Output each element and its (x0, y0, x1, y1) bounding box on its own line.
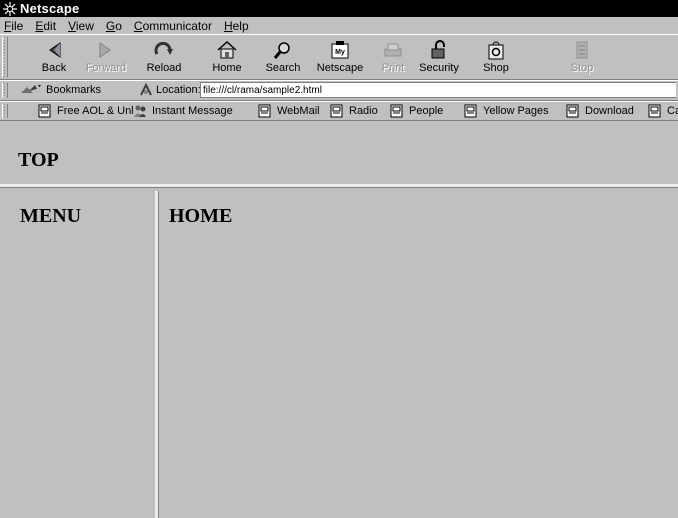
menu-heading: MENU (20, 205, 82, 227)
frame-menu: MENU (0, 191, 155, 518)
home-button[interactable]: Home (201, 37, 253, 79)
printer-icon (384, 43, 402, 57)
bookmark-page-icon (258, 104, 271, 118)
stop-icon (576, 41, 588, 59)
forward-arrow-icon (99, 42, 111, 58)
bookmark-page-icon (648, 104, 661, 118)
shop-button[interactable]: Shop (470, 37, 522, 79)
back-arrow-icon (49, 42, 61, 58)
personal-item-people[interactable]: People (390, 104, 443, 118)
netscape-button[interactable]: My Netscape (314, 37, 366, 79)
location-input[interactable] (200, 82, 676, 98)
search-button[interactable]: Search (257, 37, 309, 79)
toolbar-grip[interactable] (2, 83, 8, 98)
back-button[interactable]: Back (28, 37, 80, 79)
frame-splitter[interactable] (155, 191, 159, 518)
personal-item-webmail[interactable]: WebMail (258, 104, 320, 118)
personal-toolbar: Free AOL & Unl Instant Message WebMail R… (0, 101, 678, 121)
toolbar-grip[interactable] (2, 104, 8, 118)
bookmarks-button[interactable]: Bookmarks (19, 83, 101, 97)
personal-item-radio[interactable]: Radio (330, 104, 378, 118)
stop-button[interactable]: Stop (556, 37, 608, 79)
bookmarks-icon (21, 85, 41, 93)
print-button[interactable]: Print (367, 37, 419, 79)
netscape-logo-icon (3, 1, 17, 16)
menu-edit[interactable]: Edit (29, 19, 62, 33)
forward-button[interactable]: Forward (80, 37, 132, 79)
personal-item-instant-message[interactable]: Instant Message (133, 104, 233, 118)
instant-message-people-icon (134, 105, 146, 117)
location-label: Location: (138, 83, 201, 97)
menu-view[interactable]: View (62, 19, 100, 33)
home-icon (217, 40, 237, 59)
menu-help[interactable]: Help (218, 19, 255, 33)
frame-top: TOP (0, 121, 678, 188)
personal-item-yellow-pages[interactable]: Yellow Pages (464, 104, 549, 118)
title-bar: Netscape (0, 0, 678, 17)
menu-go[interactable]: Go (100, 19, 128, 33)
menu-communicator[interactable]: Communicator (128, 19, 218, 33)
menu-file[interactable]: File (0, 19, 29, 33)
personal-item-download[interactable]: Download (566, 104, 634, 118)
page-proxy-icon[interactable] (138, 83, 154, 97)
frame-home: HOME (160, 191, 678, 518)
navigation-toolbar: Back Forward Reload Home Search My Netsc… (0, 34, 678, 80)
reload-button[interactable]: Reload (138, 37, 190, 79)
personal-item-overflow[interactable]: Ca (648, 104, 678, 118)
top-heading: TOP (18, 149, 59, 171)
bookmark-page-icon (464, 104, 477, 118)
page-content: TOP MENU HOME (0, 121, 678, 518)
my-netscape-icon: My (331, 41, 349, 59)
bookmark-page-icon (566, 104, 579, 118)
menu-bar: File Edit View Go Communicator Help (0, 17, 678, 34)
lock-icon (431, 40, 445, 59)
bookmark-page-icon (38, 104, 51, 118)
home-heading: HOME (169, 205, 233, 227)
search-icon (273, 42, 290, 59)
toolbar-grip[interactable] (2, 37, 8, 77)
location-toolbar: Bookmarks Location: (0, 80, 678, 101)
security-button[interactable]: Security (413, 37, 465, 79)
personal-item-free-aol[interactable]: Free AOL & Unl (38, 104, 134, 118)
bookmark-page-icon (390, 104, 403, 118)
reload-icon (154, 41, 173, 55)
shop-bag-icon (488, 41, 504, 60)
window-title: Netscape (20, 1, 80, 16)
svg-text:My: My (335, 49, 345, 56)
bookmark-page-icon (330, 104, 343, 118)
